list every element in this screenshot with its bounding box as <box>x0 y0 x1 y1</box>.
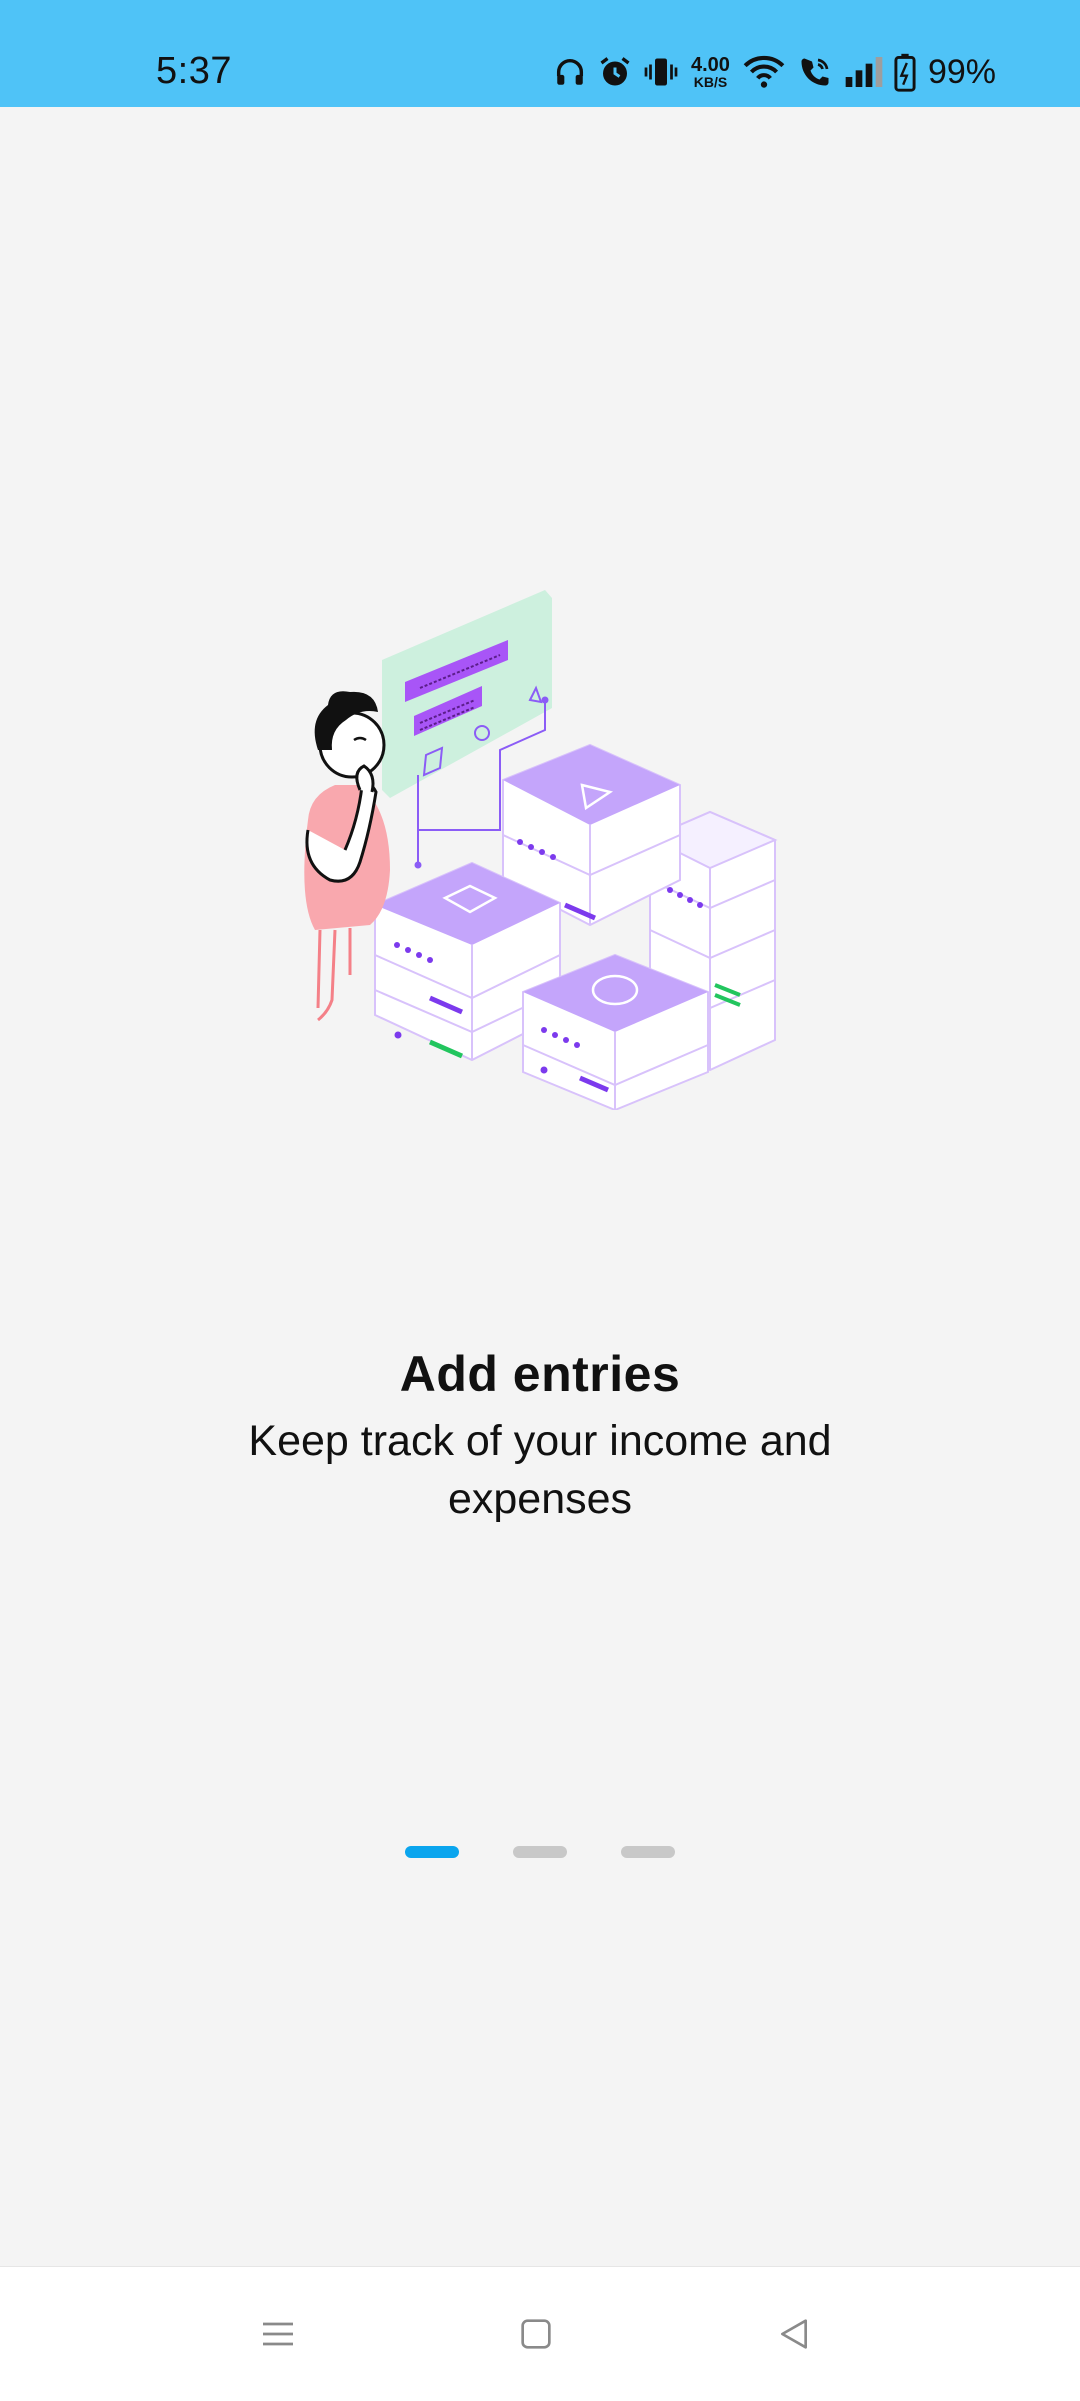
network-speed-unit: KB/S <box>693 74 728 90</box>
network-speed-value: 4.00 <box>691 54 730 76</box>
status-icons: 4.00 KB/S 99% <box>553 48 996 96</box>
status-time: 5:37 <box>156 50 232 92</box>
alarm-icon <box>597 54 633 90</box>
home-button[interactable] <box>466 2267 606 2401</box>
headphones-icon <box>553 55 587 89</box>
menu-icon <box>263 2322 293 2346</box>
onboarding-subtitle: Keep track of your income and expenses <box>248 1417 832 1523</box>
battery-icon <box>894 52 916 92</box>
onboarding-illustration <box>304 590 778 1110</box>
back-icon <box>781 2319 807 2349</box>
wifi-icon <box>742 54 786 90</box>
wifi-call-icon <box>796 54 834 90</box>
signal-icon <box>844 55 884 89</box>
menu-button[interactable] <box>208 2267 348 2401</box>
network-speed: 4.00 KB/S <box>691 55 730 89</box>
page-indicator <box>0 1846 1080 1858</box>
page-indicator-dot[interactable] <box>513 1846 567 1858</box>
page-indicator-dot[interactable] <box>621 1846 675 1858</box>
home-icon <box>521 2319 551 2349</box>
back-button[interactable] <box>724 2267 864 2401</box>
vibrate-icon <box>643 54 679 90</box>
battery-percentage: 99% <box>927 52 996 91</box>
system-navigation-bar <box>0 2266 1080 2401</box>
onboarding-title: Add entries <box>399 1346 681 1402</box>
status-bar: 5:37 4.00 KB/S 99% <box>0 0 1080 107</box>
page-indicator-dot-active[interactable] <box>405 1846 459 1858</box>
